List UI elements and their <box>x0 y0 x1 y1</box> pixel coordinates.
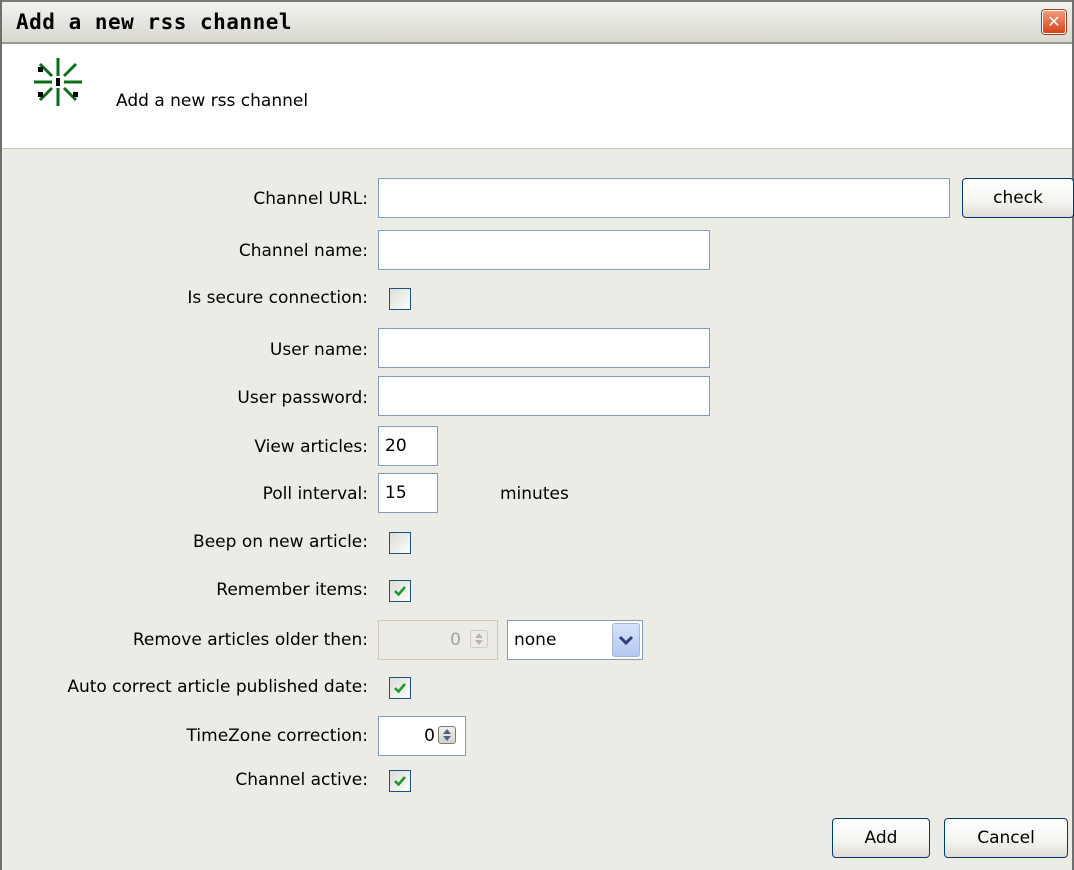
channel-name-input[interactable] <box>378 230 710 270</box>
beep-new-article-label: Beep on new article: <box>193 532 368 552</box>
user-password-label: User password: <box>237 388 368 408</box>
timezone-spin-icon[interactable] <box>438 726 456 744</box>
cancel-button[interactable]: Cancel <box>944 818 1068 858</box>
view-articles-label: View articles: <box>254 437 368 457</box>
channel-url-input[interactable] <box>378 178 950 218</box>
window-title: Add a new rss channel <box>16 10 293 34</box>
checkmark-icon <box>394 776 406 787</box>
poll-interval-label: Poll interval: <box>262 484 368 504</box>
user-password-input[interactable] <box>378 376 710 416</box>
close-icon[interactable]: ✕ <box>1042 10 1066 34</box>
auto-correct-date-label: Auto correct article published date: <box>67 677 368 697</box>
beep-new-article-checkbox[interactable] <box>389 532 411 554</box>
remove-older-spin-icon <box>470 630 488 648</box>
chevron-down-icon[interactable] <box>612 623 640 657</box>
user-name-input[interactable] <box>378 328 710 368</box>
checkmark-icon <box>394 586 406 597</box>
rss-burst-icon <box>34 58 82 106</box>
timezone-correction-label: TimeZone correction: <box>186 726 368 746</box>
check-button[interactable]: check <box>962 178 1074 218</box>
timezone-correction-value: 0 <box>424 726 435 746</box>
dialog-header: Add a new rss channel <box>2 44 1072 149</box>
secure-connection-label: Is secure connection: <box>187 288 368 308</box>
secure-connection-checkbox[interactable] <box>389 288 411 310</box>
add-rss-channel-dialog: Add a new rss channel ✕ Add a new rss ch… <box>0 0 1074 870</box>
header-title: Add a new rss channel <box>116 91 309 111</box>
checkmark-icon <box>394 683 406 694</box>
auto-correct-date-checkbox[interactable] <box>389 677 411 699</box>
remember-items-label: Remember items: <box>216 580 368 600</box>
add-button[interactable]: Add <box>832 818 930 858</box>
remove-older-label: Remove articles older then: <box>132 630 368 650</box>
remember-items-checkbox[interactable] <box>389 580 411 602</box>
channel-active-checkbox[interactable] <box>389 770 411 792</box>
channel-name-label: Channel name: <box>238 241 368 261</box>
view-articles-input[interactable] <box>378 426 438 466</box>
remove-older-value: 0 <box>450 630 461 650</box>
title-bar[interactable]: Add a new rss channel ✕ <box>2 0 1072 44</box>
user-name-label: User name: <box>269 340 368 360</box>
channel-url-label: Channel URL: <box>253 189 368 209</box>
remove-older-unit-value: none <box>514 630 557 650</box>
poll-interval-unit: minutes <box>500 484 569 504</box>
channel-active-label: Channel active: <box>235 770 368 790</box>
poll-interval-input[interactable] <box>378 473 438 513</box>
